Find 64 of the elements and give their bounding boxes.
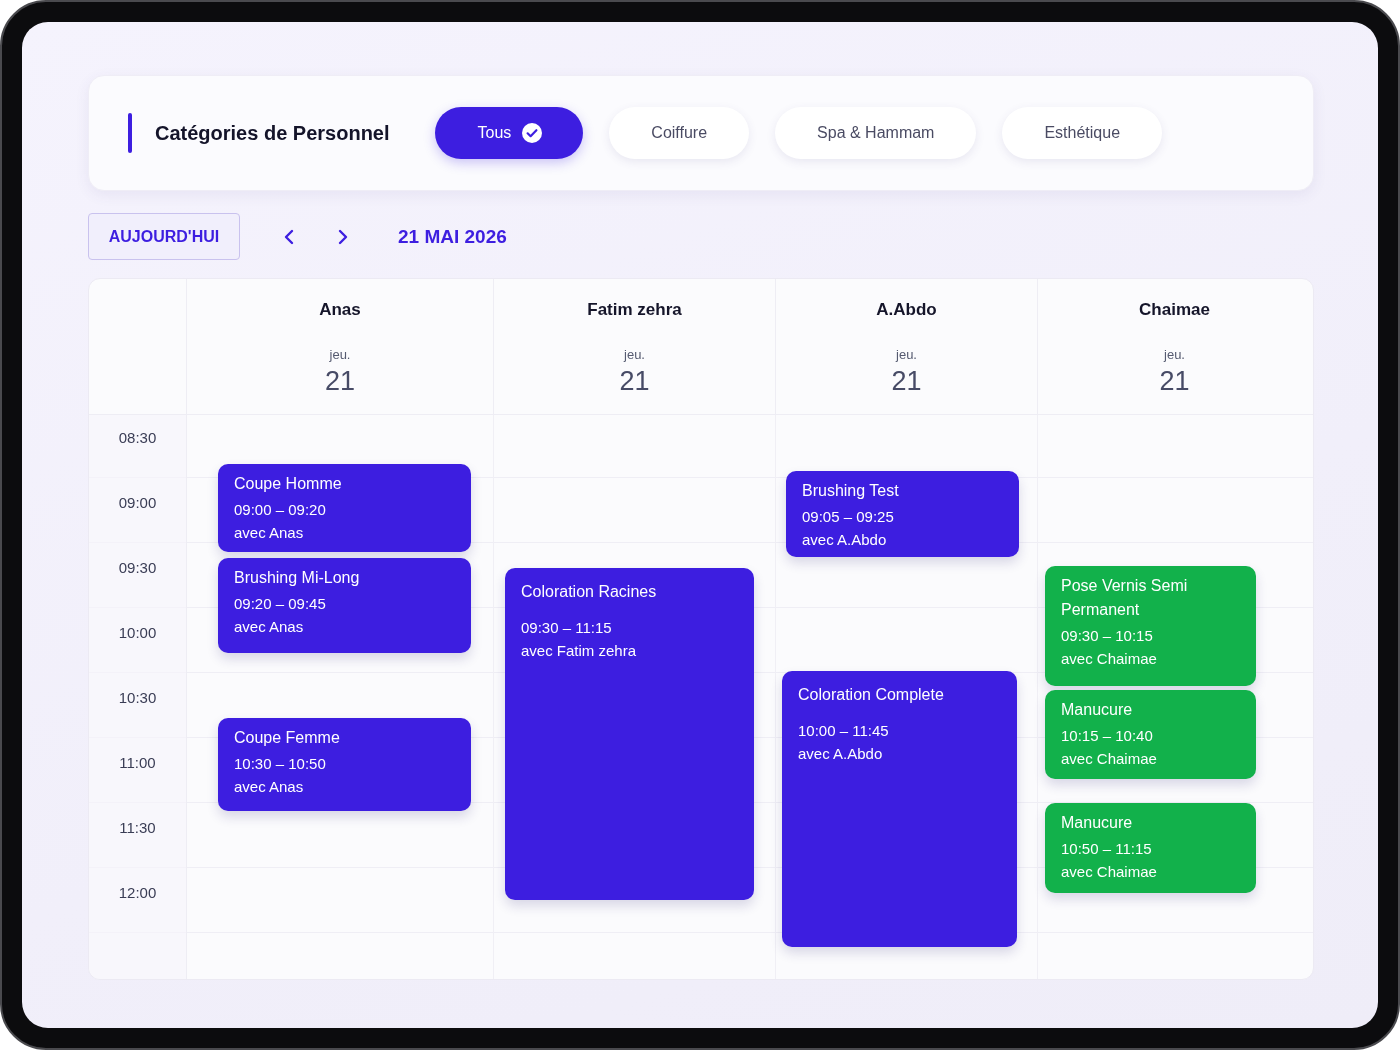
time-label: 10:30 xyxy=(118,688,157,708)
event-title: Coloration Complete xyxy=(798,685,944,705)
time-label: 11:00 xyxy=(119,753,156,773)
staff-name: A.Abdo xyxy=(876,299,937,321)
event-time: 10:50 – 11:15 xyxy=(1061,839,1152,859)
event-time: 09:20 – 09:45 xyxy=(234,594,326,614)
staff-name: Anas xyxy=(319,299,361,321)
event-title: Coupe Homme xyxy=(234,474,342,494)
time-label: 12:00 xyxy=(118,883,157,903)
filter-tab[interactable]: Tous xyxy=(434,107,584,159)
event-staff: avec Chaimae xyxy=(1061,749,1157,769)
event-staff: avec Chaimae xyxy=(1061,862,1157,882)
weekday-label: jeu. xyxy=(1164,347,1185,363)
event-staff: avec Anas xyxy=(234,617,304,637)
event-time: 10:15 – 10:40 xyxy=(1061,726,1153,746)
event-card[interactable]: Brushing Test 09:05 – 09:25 avec A.Abdo xyxy=(786,471,1019,557)
event-staff: avec Anas xyxy=(234,523,304,543)
event-staff: avec A.Abdo xyxy=(802,530,887,550)
chevron-right-icon xyxy=(338,228,348,245)
weekday-label: jeu. xyxy=(329,347,351,363)
current-date: 21 MAI 2026 xyxy=(398,225,507,248)
check-circle-icon xyxy=(522,123,543,143)
event-title: Brushing Test xyxy=(802,481,899,501)
event-title: Manucure xyxy=(1061,813,1133,833)
event-time: 09:05 – 09:25 xyxy=(802,507,894,527)
time-label: 11:30 xyxy=(119,818,156,838)
time-label: 10:00 xyxy=(118,623,157,643)
event-title: Brushing Mi-Long xyxy=(234,568,360,588)
event-card[interactable]: Coloration Racines 09:30 – 11:15 avec Fatim zehra xyxy=(505,568,754,900)
staff-name: Fatim zehra xyxy=(587,299,682,321)
accent-bar xyxy=(128,113,132,153)
event-title: Pose Vernis Semi Permanent xyxy=(1061,576,1189,620)
day-number: 21 xyxy=(1159,365,1190,397)
event-time: 10:30 – 10:50 xyxy=(234,754,326,774)
event-card[interactable]: Coupe Femme 10:30 – 10:50 avec Anas xyxy=(218,718,471,811)
event-time: 09:30 – 11:15 xyxy=(521,618,612,638)
event-card[interactable]: Brushing Mi-Long 09:20 – 09:45 avec Anas xyxy=(218,558,471,653)
weekday-label: jeu. xyxy=(624,347,645,363)
today-button[interactable]: AUJOURD'HUI xyxy=(88,213,240,260)
time-label: 09:30 xyxy=(118,558,157,578)
filter-tab[interactable]: Coiffure xyxy=(609,107,750,159)
event-title: Manucure xyxy=(1061,700,1133,720)
event-card[interactable]: Coupe Homme 09:00 – 09:20 avec Anas xyxy=(218,464,471,552)
section-title: Catégories de Personnel xyxy=(155,121,390,145)
filter-tab[interactable]: Spa & Hammam xyxy=(775,107,977,159)
chevron-left-icon xyxy=(284,228,294,245)
event-title: Coupe Femme xyxy=(234,728,340,748)
event-card[interactable]: Coloration Complete 10:00 – 11:45 avec A.Abdo xyxy=(782,671,1017,947)
event-time: 10:00 – 11:45 xyxy=(798,721,889,741)
event-staff: avec Anas xyxy=(234,777,304,797)
event-staff: avec Chaimae xyxy=(1061,649,1157,669)
day-number: 21 xyxy=(324,365,355,397)
filter-tab[interactable]: Esthétique xyxy=(1002,107,1163,159)
time-label: 08:30 xyxy=(118,428,157,448)
weekday-label: jeu. xyxy=(896,347,917,363)
day-number: 21 xyxy=(619,365,650,397)
day-number: 21 xyxy=(891,365,922,397)
staff-name: Chaimae xyxy=(1139,299,1210,321)
time-label: 09:00 xyxy=(118,493,157,513)
event-time: 09:30 – 10:15 xyxy=(1061,626,1153,646)
event-title: Coloration Racines xyxy=(521,582,657,602)
event-time: 09:00 – 09:20 xyxy=(234,500,326,520)
event-staff: avec A.Abdo xyxy=(798,744,883,764)
event-staff: avec Fatim zehra xyxy=(521,641,637,661)
